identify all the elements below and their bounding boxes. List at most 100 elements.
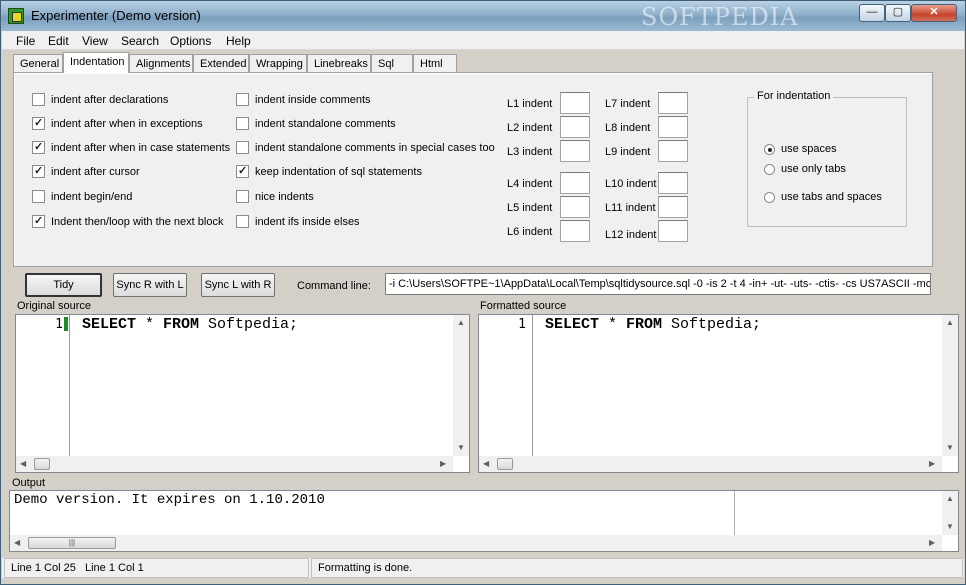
checkbox-box[interactable]	[236, 141, 249, 154]
l5-indent-input[interactable]	[560, 196, 590, 218]
checkbox-box[interactable]	[236, 164, 249, 178]
scroll-thumb[interactable]: |||	[28, 537, 116, 549]
l8-indent-input[interactable]	[658, 116, 688, 138]
sync-l-with-r-button[interactable]: Sync L with R	[201, 273, 275, 297]
command-line-input[interactable]: -i C:\Users\SOFTPE~1\AppData\Local\Temp\…	[385, 273, 931, 295]
scroll-left-icon[interactable]: ◀	[483, 459, 489, 468]
maximize-button[interactable]: ▢	[885, 4, 911, 22]
radio-dot[interactable]	[764, 143, 775, 155]
chk-nice-indents[interactable]: nice indents	[236, 190, 314, 203]
tab-indentation[interactable]: Indentation	[63, 52, 129, 73]
scroll-up-icon[interactable]: ▲	[457, 318, 465, 327]
scroll-down-icon[interactable]: ▼	[457, 443, 465, 452]
minimize-button[interactable]: —	[859, 4, 885, 22]
vertical-scrollbar[interactable]: ▲ ▼	[942, 315, 958, 456]
tab-wrapping[interactable]: Wrapping	[249, 54, 307, 73]
chk-indent-begin-end[interactable]: indent begin/end	[32, 190, 132, 203]
scroll-left-icon[interactable]: ◀	[14, 538, 20, 547]
watermark: SOFTPEDIA	[641, 3, 799, 31]
tab-alignments[interactable]: Alignments	[129, 54, 193, 73]
checkbox-box[interactable]	[32, 93, 45, 106]
checkbox-box[interactable]	[32, 116, 45, 130]
horizontal-scrollbar[interactable]: ◀ ||| ▶	[10, 535, 942, 551]
radio-use-spaces[interactable]: use spaces	[764, 143, 837, 155]
l3-indent-input[interactable]	[560, 140, 590, 162]
checkbox-box[interactable]	[236, 117, 249, 130]
scroll-up-icon[interactable]: ▲	[946, 318, 954, 327]
sql-keyword: SELECT	[82, 316, 137, 333]
scroll-down-icon[interactable]: ▼	[946, 443, 954, 452]
radio-dot[interactable]	[764, 163, 775, 175]
status-position: Line 1 Col 25 Line 1 Col 1	[4, 558, 309, 578]
l1-indent-input[interactable]	[560, 92, 590, 114]
chk-keep-indentation-sql[interactable]: keep indentation of sql statements	[236, 164, 422, 178]
menu-edit[interactable]: Edit	[48, 34, 69, 48]
radio-use-tabs-and-spaces[interactable]: use tabs and spaces	[764, 191, 882, 203]
radio-label: use spaces	[781, 143, 837, 155]
menu-file[interactable]: File	[16, 34, 35, 48]
horizontal-scrollbar[interactable]: ◀ ▶	[479, 456, 942, 472]
vertical-scrollbar[interactable]: ▲ ▼	[942, 491, 958, 535]
l12-indent-label: L12 indent	[605, 229, 657, 241]
chk-indent-then-loop[interactable]: Indent then/loop with the next block	[32, 214, 223, 228]
output-panel[interactable]: Demo version. It expires on 1.10.2010 ▲ …	[9, 490, 959, 552]
chk-indent-after-declarations[interactable]: indent after declarations	[32, 93, 168, 106]
sql-keyword: FROM	[626, 316, 663, 333]
command-line-label: Command line:	[297, 280, 371, 292]
tab-general[interactable]: General	[13, 54, 63, 73]
checkbox-box[interactable]	[236, 93, 249, 106]
chk-indent-inside-comments[interactable]: indent inside comments	[236, 93, 371, 106]
checkbox-box[interactable]	[32, 190, 45, 203]
scroll-thumb[interactable]	[497, 458, 513, 470]
tab-linebreaks[interactable]: Linebreaks	[307, 54, 371, 73]
checkbox-box[interactable]	[236, 215, 249, 228]
l10-indent-input[interactable]	[658, 172, 688, 194]
l7-indent-input[interactable]	[658, 92, 688, 114]
chk-indent-ifs-inside-elses[interactable]: indent ifs inside elses	[236, 215, 360, 228]
scroll-right-icon[interactable]: ▶	[440, 459, 446, 468]
l11-indent-input[interactable]	[658, 196, 688, 218]
sync-r-with-l-button[interactable]: Sync R with L	[113, 273, 187, 297]
app-icon[interactable]	[8, 8, 24, 24]
menu-options[interactable]: Options	[170, 34, 211, 48]
l11-indent-label: L11 indent	[605, 202, 656, 214]
vertical-scrollbar[interactable]: ▲ ▼	[453, 315, 469, 456]
scroll-up-icon[interactable]: ▲	[946, 494, 954, 503]
scroll-left-icon[interactable]: ◀	[20, 459, 26, 468]
tab-html[interactable]: Html	[413, 54, 457, 73]
checkbox-box[interactable]	[32, 214, 45, 228]
chk-indent-after-cursor[interactable]: indent after cursor	[32, 164, 140, 178]
l12-indent-input[interactable]	[658, 220, 688, 242]
scroll-right-icon[interactable]: ▶	[929, 538, 935, 547]
tab-extended[interactable]: Extended	[193, 54, 249, 73]
sql-operator: *	[599, 316, 627, 333]
menu-help[interactable]: Help	[226, 34, 251, 48]
radio-dot[interactable]	[764, 191, 775, 203]
menu-view[interactable]: View	[82, 34, 108, 48]
l9-indent-input[interactable]	[658, 140, 688, 162]
tidy-button[interactable]: Tidy	[25, 273, 102, 297]
close-button[interactable]: ✕	[911, 4, 957, 22]
scroll-down-icon[interactable]: ▼	[946, 522, 954, 531]
menu-search[interactable]: Search	[121, 34, 159, 48]
chk-indent-standalone-comments[interactable]: indent standalone comments	[236, 117, 396, 130]
scroll-thumb[interactable]	[34, 458, 50, 470]
checkbox-box[interactable]	[32, 164, 45, 178]
radio-use-only-tabs[interactable]: use only tabs	[764, 163, 846, 175]
l6-indent-input[interactable]	[560, 220, 590, 242]
formatted-source-editor[interactable]: 1 SELECT * FROM Softpedia; ▲ ▼ ◀ ▶	[478, 314, 959, 473]
tab-sql[interactable]: Sql	[371, 54, 413, 73]
l4-indent-input[interactable]	[560, 172, 590, 194]
title-bar[interactable]: Experimenter (Demo version) SOFTPEDIA — …	[1, 1, 965, 31]
line-number: 1	[518, 317, 526, 332]
chk-indent-after-when-exceptions[interactable]: indent after when in exceptions	[32, 116, 203, 130]
horizontal-scrollbar[interactable]: ◀ ▶	[16, 456, 453, 472]
checkbox-box[interactable]	[32, 140, 45, 154]
l2-indent-input[interactable]	[560, 116, 590, 138]
menu-bar: File Edit View Search Options Help	[2, 31, 964, 50]
checkbox-box[interactable]	[236, 190, 249, 203]
chk-indent-standalone-special[interactable]: indent standalone comments in special ca…	[236, 141, 495, 154]
chk-indent-after-when-case[interactable]: indent after when in case statements	[32, 140, 230, 154]
original-source-editor[interactable]: 1 SELECT * FROM Softpedia; ▲ ▼ ◀ ▶	[15, 314, 470, 473]
scroll-right-icon[interactable]: ▶	[929, 459, 935, 468]
